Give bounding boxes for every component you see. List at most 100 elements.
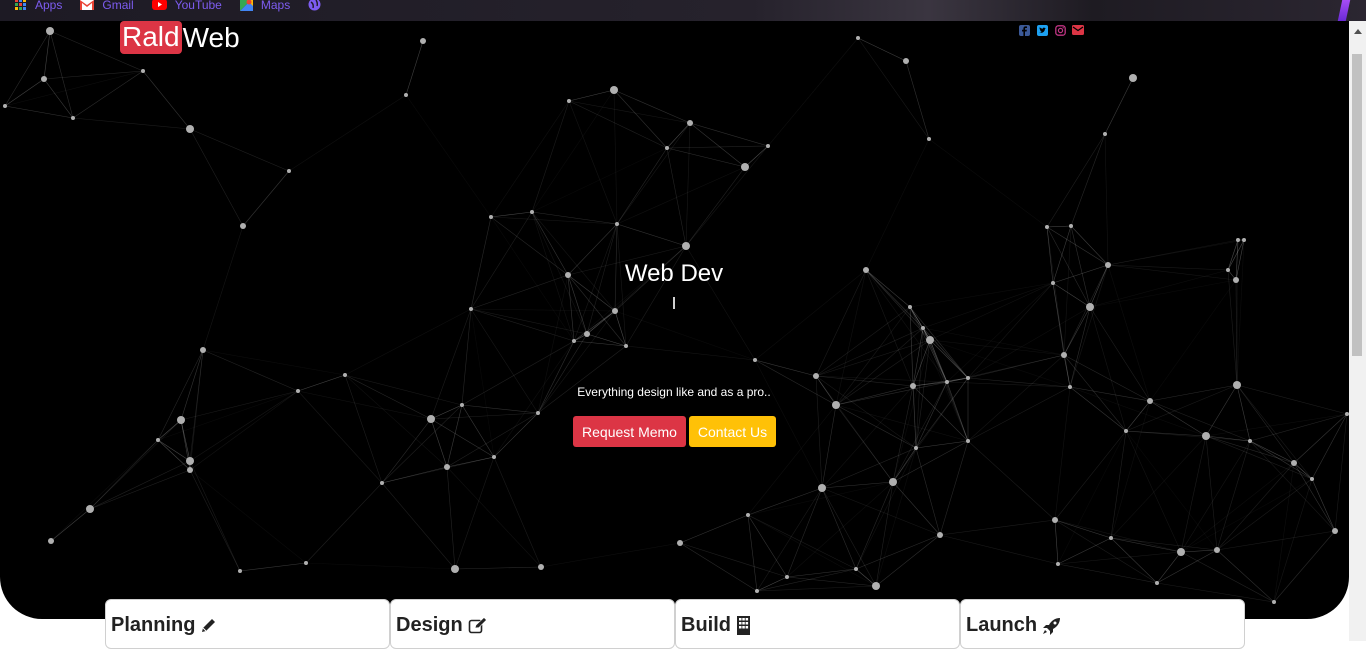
network-node — [903, 58, 909, 64]
network-node — [966, 376, 970, 380]
network-node — [538, 564, 544, 570]
network-node — [492, 455, 496, 459]
network-node — [186, 457, 194, 465]
facebook-icon[interactable] — [1018, 24, 1030, 36]
window-edge-accent — [1337, 0, 1351, 21]
network-node — [1061, 352, 1067, 358]
network-node — [3, 104, 7, 108]
bookmark-label: YouTube — [174, 0, 222, 12]
network-node — [966, 439, 970, 443]
network-node — [1272, 600, 1276, 604]
network-node — [565, 272, 571, 278]
network-node — [1233, 277, 1239, 283]
contact-us-button[interactable]: Contact Us — [689, 416, 776, 447]
apps-grid-icon — [15, 0, 27, 11]
bookmark-label: Maps — [260, 0, 291, 12]
network-node — [141, 69, 145, 73]
globe-icon — [308, 0, 321, 11]
network-node — [427, 415, 435, 423]
network-node — [741, 163, 749, 171]
network-node — [1226, 268, 1230, 272]
network-node — [914, 446, 918, 450]
network-node — [460, 403, 464, 407]
network-node — [41, 76, 47, 82]
network-node — [856, 36, 860, 40]
network-node — [420, 38, 426, 44]
bookmark-apps[interactable]: Apps — [15, 0, 62, 15]
network-node — [854, 567, 858, 571]
network-node — [1310, 477, 1314, 481]
network-node — [1124, 429, 1128, 433]
network-node — [1052, 517, 1058, 523]
youtube-icon — [151, 0, 167, 10]
network-node — [1177, 548, 1185, 556]
network-node — [682, 242, 690, 250]
network-node — [380, 481, 384, 485]
bookmark-globe[interactable] — [308, 0, 321, 15]
network-node — [753, 358, 757, 362]
network-node — [71, 116, 75, 120]
network-node — [1233, 381, 1241, 389]
network-node — [746, 513, 750, 517]
brand-logo-part2: Web — [182, 21, 240, 53]
scroll-up-arrow-icon[interactable] — [1354, 29, 1362, 34]
network-node — [755, 589, 759, 593]
brand-logo[interactable]: Rald Web — [120, 21, 240, 54]
edit-icon — [468, 617, 487, 634]
network-node — [584, 331, 590, 337]
twitter-icon[interactable] — [1036, 24, 1048, 36]
card-title: Planning — [111, 614, 196, 636]
network-node — [785, 575, 789, 579]
network-node — [921, 326, 925, 330]
network-node — [910, 383, 916, 389]
bookmark-youtube[interactable]: YouTube — [151, 0, 222, 15]
card-title: Launch — [966, 614, 1038, 636]
bookmark-gmail[interactable]: Gmail — [80, 0, 134, 15]
network-node — [1056, 562, 1060, 566]
network-node — [240, 223, 246, 229]
network-node — [404, 93, 408, 97]
instagram-icon[interactable] — [1054, 24, 1066, 36]
network-node — [926, 336, 934, 344]
network-node — [86, 505, 94, 513]
card-build[interactable]: Build — [675, 599, 960, 649]
network-node — [908, 305, 912, 309]
network-node — [296, 389, 300, 393]
card-design[interactable]: Design — [390, 599, 675, 649]
network-node — [48, 538, 54, 544]
bookmark-label: Gmail — [102, 0, 134, 12]
network-node — [624, 344, 628, 348]
envelope-icon[interactable] — [1072, 24, 1084, 36]
network-node — [46, 27, 54, 35]
card-planning[interactable]: Planning — [105, 599, 390, 649]
network-node — [287, 169, 291, 173]
hero-tagline: Everything design like and as a pro.. — [577, 385, 771, 399]
hero-title: Web Dev — [624, 260, 724, 287]
network-node — [677, 540, 683, 546]
network-node — [187, 467, 193, 473]
network-node — [186, 125, 194, 133]
scrollbar-thumb[interactable] — [1352, 54, 1362, 356]
network-node — [872, 582, 880, 590]
rocket-icon — [1043, 617, 1061, 635]
network-node — [156, 438, 160, 442]
card-launch[interactable]: Launch — [960, 599, 1245, 649]
bookmark-label: Apps — [35, 0, 63, 12]
page-scrollbar[interactable] — [1349, 21, 1366, 641]
pencil-icon — [202, 619, 216, 632]
request-memo-button[interactable]: Request Memo — [573, 416, 686, 447]
network-node — [937, 532, 943, 538]
network-node — [469, 307, 473, 311]
network-node — [945, 380, 949, 384]
network-node — [1155, 581, 1159, 585]
bookmark-maps[interactable]: Maps — [239, 0, 291, 15]
network-node — [612, 308, 618, 314]
building-icon — [737, 616, 750, 635]
network-node — [863, 267, 869, 273]
social-links — [1018, 24, 1084, 36]
network-node — [1202, 432, 1210, 440]
network-node — [1291, 460, 1297, 466]
brand-logo-part1: Rald — [120, 21, 182, 54]
network-node — [665, 146, 669, 150]
network-node — [766, 144, 770, 148]
